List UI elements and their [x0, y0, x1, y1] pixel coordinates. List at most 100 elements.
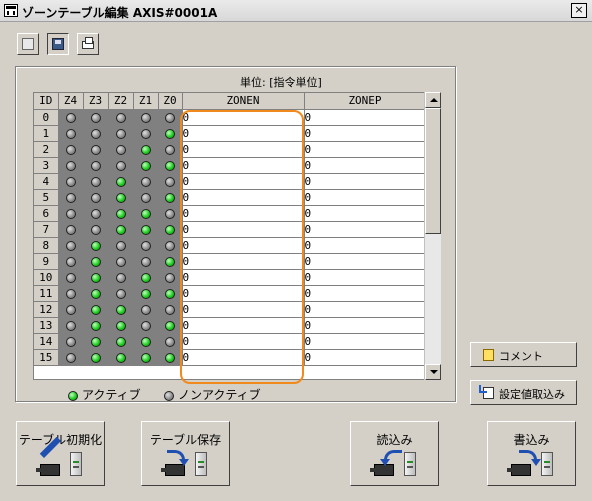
row-id: 14: [34, 333, 59, 350]
table-init-button[interactable]: テーブル初期化: [16, 421, 105, 486]
zonep-cell[interactable]: 0: [304, 157, 427, 174]
read-button[interactable]: 読込み: [350, 421, 439, 486]
table-row[interactable]: 3 00: [34, 157, 427, 174]
save-button[interactable]: [47, 33, 69, 55]
table-row[interactable]: 10 0 0: [34, 269, 427, 286]
zone-z3-cell: [83, 221, 109, 238]
zonen-cell[interactable]: 0: [182, 253, 305, 270]
table-row[interactable]: 5 00: [34, 189, 427, 206]
zone-table-grid: ID Z4 Z3 Z2 Z1 Z0 ZONEN ZONEP 0001002003…: [34, 93, 427, 366]
inactive-led-icon: [90, 192, 101, 203]
zone-z4-cell: [58, 285, 84, 302]
zonen-cell[interactable]: 0: [182, 157, 305, 174]
zonep-cell[interactable]: 0: [304, 237, 427, 254]
zonen-cell[interactable]: 0: [182, 285, 305, 302]
zonen-cell[interactable]: 0: [182, 237, 305, 254]
inactive-led-icon: [115, 112, 126, 123]
table-row[interactable]: 11 0 0: [34, 285, 427, 302]
zonen-cell[interactable]: 0: [182, 189, 305, 206]
zonep-cell[interactable]: 0: [304, 301, 427, 318]
active-led-icon: [165, 224, 175, 235]
zone-z1-cell: [133, 317, 159, 334]
write-icon: [506, 450, 557, 478]
table-row[interactable]: 15 0 0: [34, 349, 427, 366]
table-row[interactable]: 2 00: [34, 141, 427, 158]
comment-icon: [483, 349, 494, 361]
active-led-icon: [140, 272, 151, 283]
zone-z0-cell: [158, 269, 183, 286]
zone-z1-cell: [133, 189, 159, 206]
table-save-button[interactable]: テーブル保存: [141, 421, 230, 486]
zonep-cell[interactable]: 0: [304, 253, 427, 270]
row-id: 13: [34, 317, 59, 334]
zonep-cell[interactable]: 0: [304, 285, 427, 302]
read-label: 読込み: [376, 433, 413, 447]
zone-z3-cell: [83, 237, 109, 254]
zonen-cell[interactable]: 0: [182, 205, 305, 222]
zone-z1-cell: [133, 253, 159, 270]
zonep-cell[interactable]: 0: [304, 173, 427, 190]
inactive-led-icon: [164, 390, 174, 401]
zone-z2-cell: [108, 157, 134, 174]
scroll-thumb[interactable]: [425, 108, 441, 234]
scroll-down-button[interactable]: [425, 364, 441, 380]
zone-z4-cell: [58, 237, 84, 254]
write-button[interactable]: 書込み: [487, 421, 576, 486]
zonep-cell[interactable]: 0: [304, 141, 427, 158]
row-id: 8: [34, 237, 59, 254]
inactive-led-icon: [165, 208, 175, 219]
table-row[interactable]: 4 00: [34, 173, 427, 190]
zone-z2-cell: [108, 317, 134, 334]
table-row[interactable]: 6 00: [34, 205, 427, 222]
table-row[interactable]: 000: [34, 109, 427, 126]
table-row[interactable]: 14 0 0: [34, 333, 427, 350]
close-button[interactable]: ×: [571, 3, 587, 18]
table-row[interactable]: 9 00: [34, 253, 427, 270]
zonen-cell[interactable]: 0: [182, 269, 305, 286]
inactive-led-icon: [65, 240, 76, 251]
zonep-cell[interactable]: 0: [304, 205, 427, 222]
scroll-up-button[interactable]: [425, 92, 441, 108]
table-row[interactable]: 13 0 0: [34, 317, 427, 334]
zone-z0-cell: [158, 253, 183, 270]
zonep-cell[interactable]: 0: [304, 333, 427, 350]
zonen-cell[interactable]: 0: [182, 141, 305, 158]
inactive-led-icon: [115, 160, 126, 171]
table-row[interactable]: 8 00: [34, 237, 427, 254]
zone-z2-cell: [108, 173, 134, 190]
zonen-cell[interactable]: 0: [182, 109, 305, 126]
row-id: 7: [34, 221, 59, 238]
zonen-cell[interactable]: 0: [182, 317, 305, 334]
new-button[interactable]: [17, 33, 39, 55]
table-row[interactable]: 7 00: [34, 221, 427, 238]
zone-z0-cell: [158, 109, 183, 126]
zone-z0-cell: [158, 301, 183, 318]
zonep-cell[interactable]: 0: [304, 317, 427, 334]
zone-z1-cell: [133, 221, 159, 238]
zonen-cell[interactable]: 0: [182, 173, 305, 190]
zone-z3-cell: [83, 253, 109, 270]
print-button[interactable]: [77, 33, 99, 55]
zone-z1-cell: [133, 349, 159, 366]
table-row[interactable]: 1 00: [34, 125, 427, 142]
table-scrollbar[interactable]: [424, 92, 441, 380]
table-row[interactable]: 12 0 0: [34, 301, 427, 318]
zonen-cell[interactable]: 0: [182, 221, 305, 238]
zonep-cell[interactable]: 0: [304, 349, 427, 366]
inactive-led-icon: [140, 176, 151, 187]
zonen-cell[interactable]: 0: [182, 125, 305, 142]
comment-button[interactable]: コメント: [470, 342, 577, 367]
zonep-cell[interactable]: 0: [304, 109, 427, 126]
zonen-cell[interactable]: 0: [182, 301, 305, 318]
zonen-cell[interactable]: 0: [182, 333, 305, 350]
zonep-cell[interactable]: 0: [304, 125, 427, 142]
zonen-cell[interactable]: 0: [182, 349, 305, 366]
zonep-cell[interactable]: 0: [304, 189, 427, 206]
col-header-z2: Z2: [108, 93, 134, 110]
zonep-cell[interactable]: 0: [304, 221, 427, 238]
zone-z2-cell: [108, 109, 134, 126]
legend-active-label: アクティブ: [82, 388, 141, 402]
zonep-cell[interactable]: 0: [304, 269, 427, 286]
import-settings-button[interactable]: 設定値取込み: [470, 380, 577, 405]
zone-table: ID Z4 Z3 Z2 Z1 Z0 ZONEN ZONEP 0001002003…: [33, 92, 441, 380]
